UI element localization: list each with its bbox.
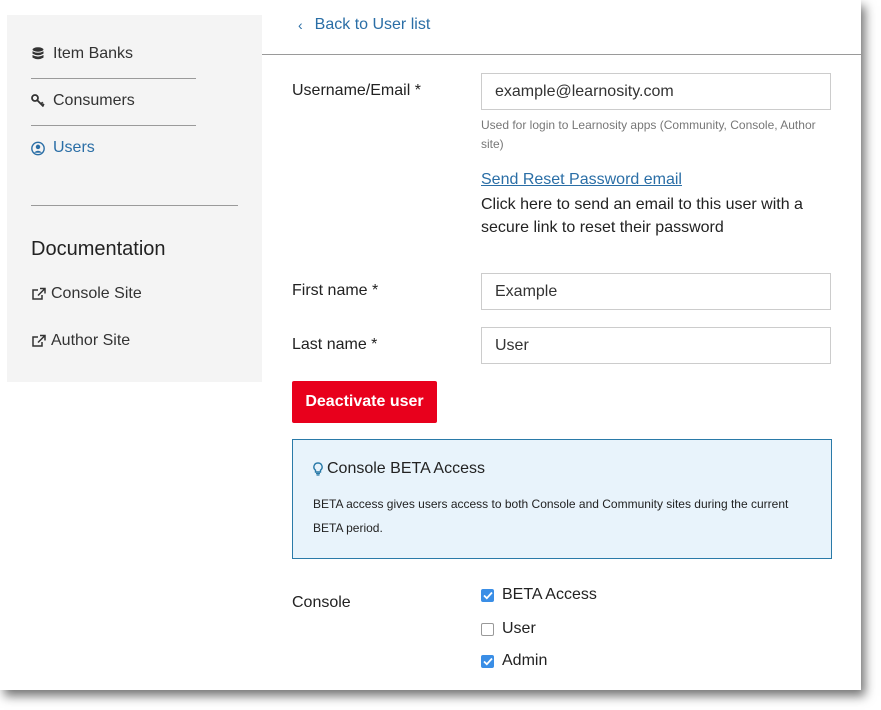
doc-link-console-site[interactable]: Console Site <box>31 285 142 303</box>
doc-link-author-site[interactable]: Author Site <box>31 332 130 350</box>
sidebar-separator <box>31 205 238 206</box>
external-link-icon <box>31 287 47 301</box>
admin-checkbox-row[interactable]: Admin <box>481 652 547 670</box>
sidebar-item-consumers[interactable]: Consumers <box>31 78 196 124</box>
user-checkbox-label: User <box>502 620 536 637</box>
sidebar-item-users[interactable]: Users <box>31 125 196 171</box>
beta-access-description: BETA access gives users access to both C… <box>313 497 789 535</box>
sidebar-item-label: Consumers <box>53 92 135 109</box>
external-link-icon <box>31 334 47 348</box>
checkbox-checked-icon[interactable] <box>481 588 494 602</box>
send-reset-password-link[interactable]: Send Reset Password email <box>481 171 682 189</box>
deactivate-user-button[interactable]: Deactivate user <box>292 381 437 423</box>
chevron-left-icon: ‹ <box>298 17 303 33</box>
database-icon <box>31 47 45 61</box>
last-name-label: Last name * <box>292 336 378 353</box>
sidebar-item-label: Users <box>53 139 95 156</box>
console-label: Console <box>292 594 351 611</box>
beta-title-text: Console BETA Access <box>327 460 485 477</box>
app-window: Item Banks Consumers Users Documentation… <box>0 0 861 690</box>
reset-password-description: Click here to send an email to this user… <box>481 196 803 236</box>
beta-access-checkbox-row[interactable]: BETA Access <box>481 586 597 604</box>
user-checkbox-row[interactable]: User <box>481 620 536 638</box>
first-name-label: First name * <box>292 282 379 299</box>
username-label: Username/Email * <box>292 82 421 99</box>
documentation-heading: Documentation <box>31 238 166 260</box>
admin-checkbox-label: Admin <box>502 652 548 669</box>
beta-access-title: Console BETA Access <box>313 460 485 478</box>
first-name-input[interactable] <box>481 273 831 310</box>
back-to-user-list-link[interactable]: ‹ Back to User list <box>298 16 430 34</box>
header-divider <box>262 54 861 55</box>
key-icon <box>31 94 45 108</box>
doc-link-label: Author Site <box>51 332 131 349</box>
username-help-text: Used for login to Learnosity apps (Commu… <box>481 118 816 151</box>
username-email-input[interactable] <box>481 73 831 110</box>
doc-link-label: Console Site <box>51 285 142 302</box>
user-circle-icon <box>31 141 45 155</box>
beta-access-info-box: Console BETA Access BETA access gives us… <box>292 439 832 559</box>
sidebar-item-item-banks[interactable]: Item Banks <box>31 31 196 77</box>
checkbox-unchecked-icon[interactable] <box>481 622 494 636</box>
sidebar: Item Banks Consumers Users Documentation… <box>7 15 262 382</box>
lightbulb-icon <box>313 462 323 476</box>
sidebar-item-label: Item Banks <box>53 45 134 62</box>
beta-access-checkbox-label: BETA Access <box>502 586 597 603</box>
last-name-input[interactable] <box>481 327 831 364</box>
checkbox-checked-icon[interactable] <box>481 654 494 668</box>
back-link-label: Back to User list <box>314 16 431 33</box>
